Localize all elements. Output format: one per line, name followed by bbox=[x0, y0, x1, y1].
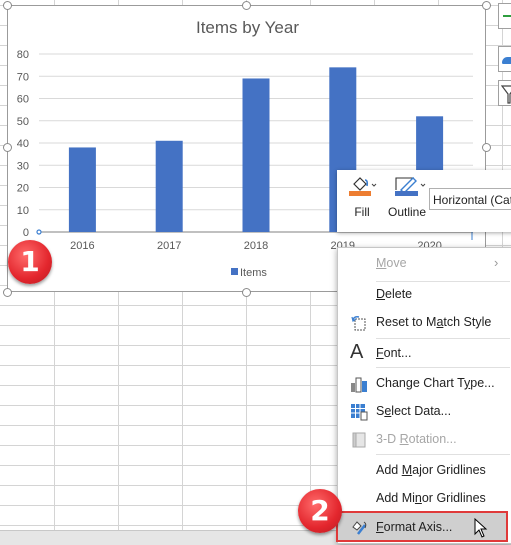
x-tick-label: 2018 bbox=[244, 240, 268, 252]
plus-icon bbox=[503, 15, 511, 17]
menu-item-font[interactable]: A Font... bbox=[338, 341, 511, 367]
chart-styles-button[interactable] bbox=[498, 46, 511, 72]
step-badge-1: 1 bbox=[8, 240, 52, 284]
context-menu: Move › Delete Reset to Match Style A Fon… bbox=[336, 247, 511, 544]
bar[interactable] bbox=[242, 78, 270, 232]
menu-item-label: Select Data... bbox=[376, 404, 452, 418]
resize-handle-top-right[interactable] bbox=[482, 1, 491, 10]
y-tick-label: 10 bbox=[17, 205, 29, 217]
y-tick-label: 50 bbox=[17, 116, 29, 128]
accelerator-key: F bbox=[376, 346, 384, 360]
axis-selection-handle bbox=[36, 229, 42, 235]
menu-item-reset-to-match-style[interactable]: Reset to Match Style bbox=[338, 310, 511, 336]
filter-icon bbox=[500, 85, 511, 104]
bar[interactable] bbox=[155, 140, 183, 232]
menu-item-label: Font... bbox=[376, 346, 412, 360]
select-data-icon bbox=[351, 404, 368, 421]
chart-filters-button[interactable] bbox=[498, 80, 511, 106]
resize-handle-top-left[interactable] bbox=[3, 1, 12, 10]
menu-item-label: Delete bbox=[376, 287, 413, 301]
menu-item-delete[interactable]: Delete bbox=[338, 282, 511, 308]
accelerator-key: D bbox=[376, 287, 386, 301]
menu-item-label: 3-D Rotation... bbox=[376, 432, 457, 446]
menu-item-format-axis[interactable]: Format Axis... bbox=[336, 511, 508, 542]
menu-separator bbox=[376, 367, 510, 368]
format-axis-icon bbox=[352, 521, 367, 535]
menu-separator bbox=[376, 454, 510, 455]
fill-label: Fill bbox=[354, 205, 370, 219]
outline-color-swatch bbox=[395, 191, 418, 196]
menu-item-label: Reset to Match Style bbox=[376, 315, 492, 329]
menu-item-label: Move bbox=[376, 256, 407, 270]
menu-item-change-chart-type[interactable]: Change Chart Type... bbox=[338, 371, 511, 397]
accelerator-key: F bbox=[376, 520, 384, 534]
menu-item-label: Change Chart Type... bbox=[376, 376, 495, 390]
accelerator-key: a bbox=[436, 315, 444, 329]
outline-label: Outline bbox=[387, 205, 427, 219]
legend-swatch bbox=[231, 268, 238, 275]
menu-item-label: Add Minor Gridlines bbox=[376, 491, 486, 505]
chart-element-selector[interactable]: Horizontal (Cat bbox=[429, 188, 511, 210]
mouse-cursor-icon bbox=[474, 518, 488, 538]
pen-outline-icon bbox=[395, 177, 426, 196]
legend-label: Items bbox=[240, 267, 267, 279]
resize-handle-bottom-left[interactable] bbox=[3, 288, 12, 297]
accelerator-key: R bbox=[399, 432, 409, 446]
resize-handle-top[interactable] bbox=[242, 1, 251, 10]
chevron-right-icon: › bbox=[494, 255, 499, 270]
resize-handle-right[interactable] bbox=[482, 143, 491, 152]
fill-button[interactable]: Fill bbox=[345, 174, 379, 219]
menu-item-label: Format Axis... bbox=[376, 520, 453, 534]
menu-item-select-data[interactable]: Select Data... bbox=[338, 399, 511, 425]
menu-item-label: Add Major Gridlines bbox=[376, 463, 486, 477]
y-tick-label: 20 bbox=[17, 183, 29, 195]
menu-item-add-minor-gridlines[interactable]: Add Minor Gridlines bbox=[338, 486, 511, 512]
y-tick-label: 70 bbox=[17, 71, 29, 83]
y-tick-label: 30 bbox=[17, 160, 29, 172]
menu-separator bbox=[376, 338, 510, 339]
x-tick-label: 2016 bbox=[70, 240, 94, 252]
bar[interactable] bbox=[68, 147, 96, 232]
resize-handle-bottom[interactable] bbox=[242, 288, 251, 297]
accelerator-key: y bbox=[464, 376, 471, 390]
step-badge-2: 2 bbox=[298, 489, 342, 533]
paint-bucket-icon bbox=[349, 177, 377, 196]
chart-type-icon bbox=[351, 377, 367, 393]
fill-color-swatch bbox=[349, 191, 371, 196]
accelerator-key: M bbox=[376, 256, 387, 270]
y-tick-label: 40 bbox=[17, 138, 29, 150]
menu-item-add-major-gridlines[interactable]: Add Major Gridlines bbox=[338, 458, 511, 484]
format-mini-toolbar: Fill Outline Horizontal (Cat bbox=[337, 170, 511, 232]
font-icon: A bbox=[350, 341, 364, 363]
chart-elements-button[interactable] bbox=[498, 3, 511, 29]
resize-handle-left[interactable] bbox=[3, 143, 12, 152]
y-tick-label: 0 bbox=[23, 227, 29, 239]
accelerator-key: e bbox=[384, 404, 392, 418]
menu-item-3d-rotation[interactable]: 3-D Rotation... bbox=[338, 427, 511, 453]
reset-style-icon bbox=[351, 316, 366, 331]
menu-item-move[interactable]: Move › bbox=[338, 251, 511, 277]
3d-rotation-icon bbox=[352, 432, 366, 448]
x-tick-label: 2017 bbox=[157, 240, 181, 252]
y-tick-label: 80 bbox=[17, 49, 29, 61]
accelerator-key: n bbox=[414, 491, 422, 505]
outline-button[interactable]: Outline bbox=[385, 174, 429, 219]
brush-icon bbox=[502, 57, 511, 64]
accelerator-key: M bbox=[401, 463, 413, 477]
y-tick-label: 60 bbox=[17, 94, 29, 106]
